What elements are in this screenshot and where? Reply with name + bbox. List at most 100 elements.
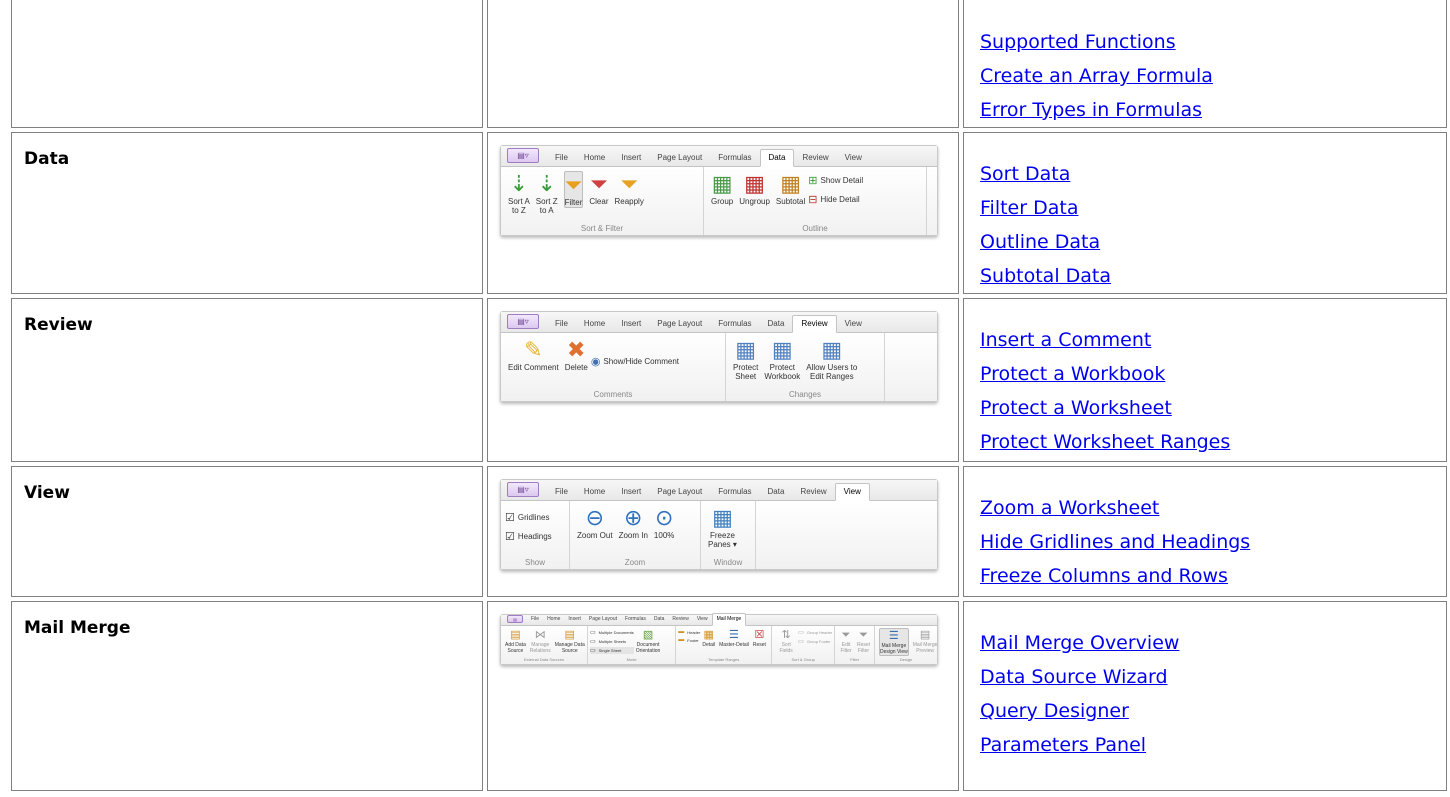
add-data-source-button[interactable]: ▤ Add Data Source bbox=[505, 628, 526, 654]
manage-relations-button[interactable]: ⋈ Manage Relations bbox=[530, 628, 551, 654]
zoom-out-button[interactable]: ⊖ Zoom Out bbox=[577, 505, 613, 540]
sort-z-to-a-button[interactable]: ⇣ Sort Z to A bbox=[536, 171, 558, 215]
tab-home[interactable]: Home bbox=[576, 153, 613, 166]
app-menu-icon[interactable]: ▤▿ bbox=[507, 314, 539, 329]
tab-file[interactable]: File bbox=[547, 487, 576, 500]
filter-button[interactable]: ⏷ Filter bbox=[563, 171, 584, 208]
tab-page-layout[interactable]: Page Layout bbox=[649, 319, 710, 332]
show-hide-comment-button[interactable]: ◉ Show/Hide Comment bbox=[591, 355, 679, 368]
tab-data[interactable]: Data bbox=[760, 319, 793, 332]
edit-filter-button[interactable]: ⏷ Edit Filter bbox=[839, 628, 853, 654]
delete-comment-button[interactable]: ✖ Delete bbox=[565, 337, 588, 372]
link-sort-data[interactable]: Sort Data bbox=[980, 157, 1446, 191]
tab-home[interactable]: Home bbox=[576, 487, 613, 500]
tab-review[interactable]: Review bbox=[668, 616, 692, 625]
link-protect-ranges[interactable]: Protect Worksheet Ranges bbox=[980, 425, 1446, 459]
tab-formulas[interactable]: Formulas bbox=[710, 487, 759, 500]
tab-view[interactable]: View bbox=[834, 483, 870, 501]
tab-mail-merge[interactable]: Mail Merge bbox=[711, 613, 747, 626]
group-mode: ▭ Multiple Documents ▭ Multiple Sheets ▭ Si… bbox=[588, 626, 677, 664]
tab-formulas[interactable]: Formulas bbox=[710, 319, 759, 332]
tab-file[interactable]: File bbox=[527, 616, 543, 625]
manage-data-source-button[interactable]: ▤ Manage Data Source bbox=[555, 628, 585, 654]
tab-review[interactable]: Review bbox=[792, 487, 834, 500]
tab-insert[interactable]: Insert bbox=[564, 616, 585, 625]
footer-button[interactable]: ▬ Footer bbox=[678, 637, 700, 643]
tab-formulas[interactable]: Formulas bbox=[710, 153, 759, 166]
link-mail-merge-overview[interactable]: Mail Merge Overview bbox=[980, 626, 1446, 660]
app-menu-icon[interactable]: ▤ bbox=[507, 615, 523, 623]
multiple-documents-option[interactable]: ▭ Multiple Documents bbox=[590, 629, 634, 636]
link-filter-data[interactable]: Filter Data bbox=[980, 191, 1446, 225]
tab-data[interactable]: Data bbox=[759, 149, 795, 167]
master-detail-button[interactable]: ☰ Master-Detail bbox=[719, 628, 749, 648]
link-protect-workbook[interactable]: Protect a Workbook bbox=[980, 357, 1446, 391]
tab-insert[interactable]: Insert bbox=[613, 487, 649, 500]
link-freeze-columns[interactable]: Freeze Columns and Rows bbox=[980, 559, 1446, 593]
reset-filter-button[interactable]: ⏷ Reset Filter bbox=[857, 628, 870, 654]
tab-page-layout[interactable]: Page Layout bbox=[649, 487, 710, 500]
link-error-types[interactable]: Error Types in Formulas bbox=[980, 93, 1446, 127]
group-button[interactable]: ▦ Group bbox=[711, 171, 733, 206]
link-protect-worksheet[interactable]: Protect a Worksheet bbox=[980, 391, 1446, 425]
link-hide-gridlines[interactable]: Hide Gridlines and Headings bbox=[980, 525, 1446, 559]
header-button[interactable]: ▬ Header bbox=[678, 629, 700, 635]
tab-insert[interactable]: Insert bbox=[613, 153, 649, 166]
mail-merge-preview-button[interactable]: ▤ Mail Merge Preview bbox=[913, 628, 938, 654]
zoom-in-button[interactable]: ⊕ Zoom In bbox=[619, 505, 648, 540]
freeze-panes-button[interactable]: ▦ Freeze Panes ▾ bbox=[708, 505, 737, 549]
tab-review[interactable]: Review bbox=[794, 153, 836, 166]
tab-file[interactable]: File bbox=[547, 153, 576, 166]
document-orientation-button[interactable]: ▧ Document Orientation bbox=[636, 628, 660, 654]
zoom-100-button[interactable]: ⊙ 100% bbox=[654, 505, 674, 540]
master-detail-icon: ☰ bbox=[729, 629, 739, 641]
tab-page-layout[interactable]: Page Layout bbox=[585, 616, 621, 625]
reset-button[interactable]: ☒ Reset bbox=[753, 628, 766, 648]
sort-fields-button[interactable]: ⇅ Sort Fields bbox=[776, 628, 796, 654]
link-insert-comment[interactable]: Insert a Comment bbox=[980, 323, 1446, 357]
detail-button[interactable]: ▦ Detail bbox=[702, 628, 715, 648]
headings-checkbox[interactable]: ☑ Headings bbox=[505, 530, 552, 543]
protect-sheet-button[interactable]: ▦ Protect Sheet bbox=[733, 337, 758, 381]
tab-file[interactable]: File bbox=[547, 319, 576, 332]
tab-review[interactable]: Review bbox=[792, 315, 837, 333]
tab-view[interactable]: View bbox=[693, 616, 712, 625]
tab-view[interactable]: View bbox=[837, 153, 870, 166]
app-menu-icon[interactable]: ▤▿ bbox=[507, 482, 539, 497]
subtotal-button[interactable]: ▦ Subtotal bbox=[776, 171, 805, 206]
link-parameters-panel[interactable]: Parameters Panel bbox=[980, 728, 1446, 762]
delete-comment-icon: ✖ bbox=[567, 337, 586, 362]
group-header-button[interactable]: ▭ Group Header bbox=[798, 629, 832, 636]
group-footer-button[interactable]: ▭ Group Footer bbox=[798, 638, 832, 645]
tab-data[interactable]: Data bbox=[650, 616, 669, 625]
link-supported-functions[interactable]: Supported Functions bbox=[980, 25, 1446, 59]
tab-formulas[interactable]: Formulas bbox=[621, 616, 650, 625]
link-query-designer[interactable]: Query Designer bbox=[980, 694, 1446, 728]
tab-home[interactable]: Home bbox=[543, 616, 564, 625]
gridlines-checkbox[interactable]: ☑ Gridlines bbox=[505, 511, 549, 524]
edit-comment-button[interactable]: ✎ Edit Comment bbox=[508, 337, 559, 372]
group-label: Window bbox=[713, 558, 743, 567]
multiple-sheets-option[interactable]: ▭ Multiple Sheets bbox=[590, 638, 634, 645]
link-create-array-formula[interactable]: Create an Array Formula bbox=[980, 59, 1446, 93]
reapply-button[interactable]: ⏷ Reapply bbox=[614, 171, 643, 206]
link-outline-data[interactable]: Outline Data bbox=[980, 225, 1446, 259]
app-menu-icon[interactable]: ▤▿ bbox=[507, 148, 539, 163]
tab-insert[interactable]: Insert bbox=[613, 319, 649, 332]
hide-detail-button[interactable]: ⊟ Hide Detail bbox=[808, 193, 863, 206]
mail-merge-design-view-button[interactable]: ☰ Mail Merge Design View bbox=[879, 628, 909, 656]
tab-home[interactable]: Home bbox=[576, 319, 613, 332]
allow-users-edit-ranges-button[interactable]: ▦ Allow Users to Edit Ranges bbox=[806, 337, 857, 381]
tab-data[interactable]: Data bbox=[760, 487, 793, 500]
tab-view[interactable]: View bbox=[837, 319, 870, 332]
protect-workbook-button[interactable]: ▦ Protect Workbook bbox=[764, 337, 800, 381]
ungroup-button[interactable]: ▦ Ungroup bbox=[739, 171, 770, 206]
sort-a-to-z-button[interactable]: ⇣ Sort A to Z bbox=[508, 171, 530, 215]
show-detail-button[interactable]: ⊞ Show Detail bbox=[808, 174, 863, 187]
clear-button[interactable]: ⏷ Clear bbox=[589, 171, 608, 206]
tab-page-layout[interactable]: Page Layout bbox=[649, 153, 710, 166]
single-sheet-option[interactable]: ▭ Single Sheet bbox=[590, 647, 634, 654]
link-zoom-worksheet[interactable]: Zoom a Worksheet bbox=[980, 491, 1446, 525]
link-subtotal-data[interactable]: Subtotal Data bbox=[980, 259, 1446, 293]
link-data-source-wizard[interactable]: Data Source Wizard bbox=[980, 660, 1446, 694]
